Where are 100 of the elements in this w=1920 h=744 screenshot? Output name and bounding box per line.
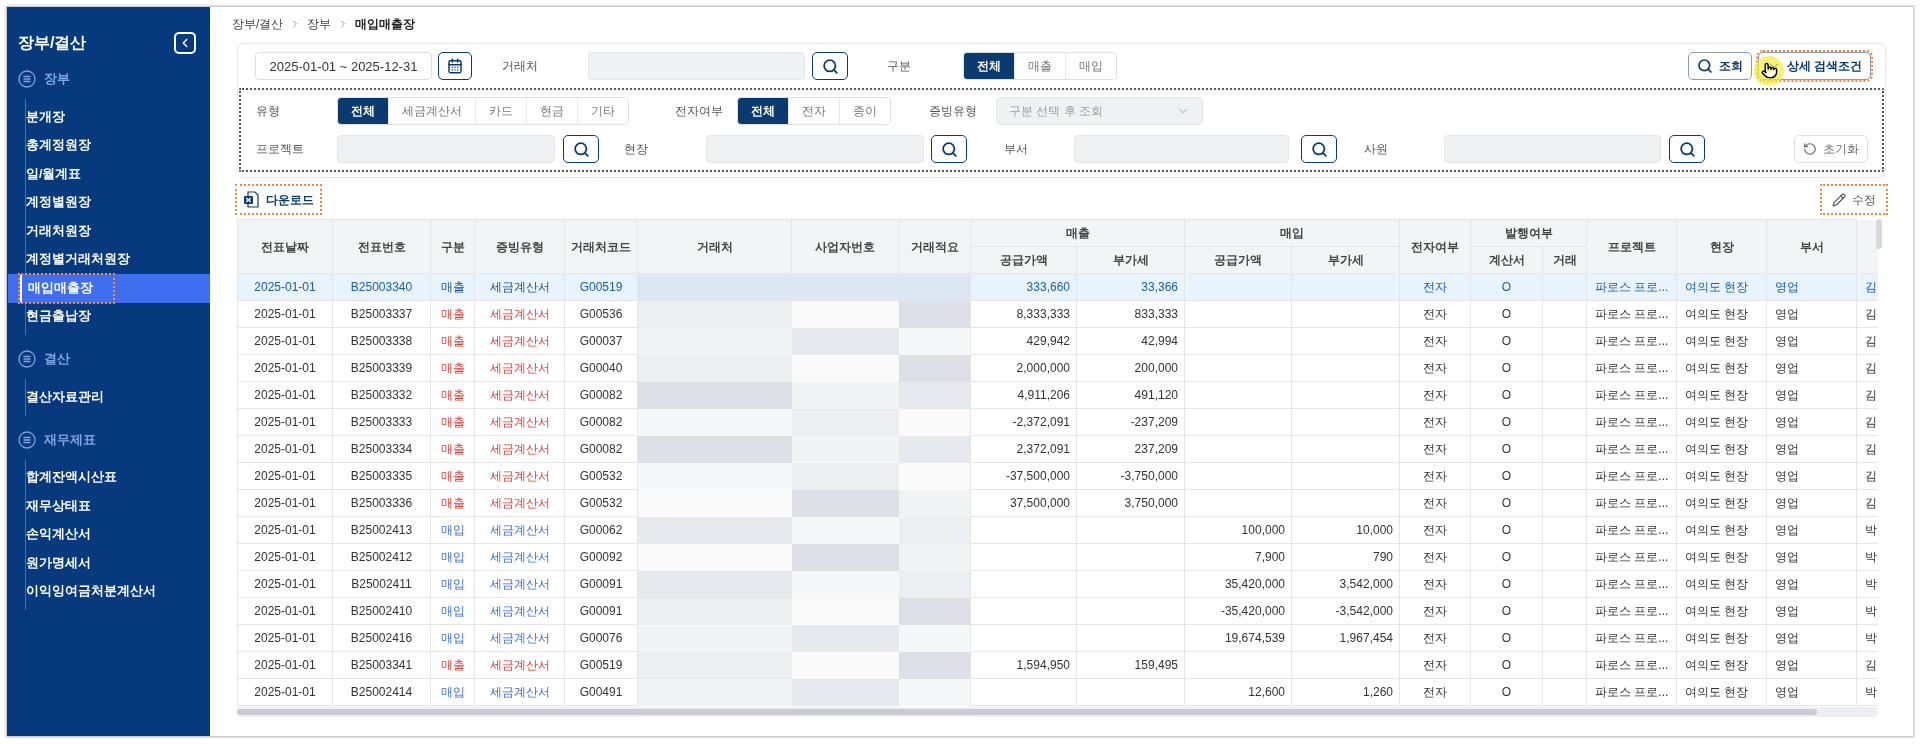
- sidebar-item[interactable]: 원가명세서: [20, 549, 111, 577]
- table-row[interactable]: 2025-01-01 B25003341 매출 세금계산서 G00519 1,594,950 159,495 전자 O 파로스 프로... 여의도 현장 영업 김: [237, 651, 1878, 679]
- sidebar-item[interactable]: 합계잔액시산표: [20, 464, 137, 492]
- table-cell: -37,500,000: [1005, 469, 1070, 483]
- table-row[interactable]: 2025-01-01 B25003335 매출 세금계산서 G00532 -37,500,000 -3,750,000 전자 O 파로스 프로... 여의도 현장 영업 김: [237, 462, 1878, 490]
- segment-option[interactable]: 전체: [338, 98, 389, 124]
- text-field[interactable]: [337, 135, 555, 163]
- detail-search-button[interactable]: 상세 검색조건: [1757, 52, 1871, 80]
- table-cell: 파로스 프로...: [1595, 604, 1669, 618]
- table-cell: G00037: [579, 334, 623, 348]
- collapse-button[interactable]: [174, 32, 196, 54]
- search-button[interactable]: [1669, 135, 1705, 163]
- sidebar-item[interactable]: 계정별거래처원장: [20, 246, 150, 274]
- text-field[interactable]: [1444, 135, 1661, 163]
- text-field[interactable]: [706, 135, 924, 163]
- table-cell: O: [1501, 388, 1512, 402]
- sidebar-item[interactable]: 현금출납장: [20, 303, 111, 331]
- sidebar-item[interactable]: 일/월계표: [20, 160, 102, 188]
- table-row[interactable]: 2025-01-01 B25002413 매입 세금계산서 G00062 100,000 10,000 전자 O 파로스 프로... 여의도 현장 영업 박: [237, 516, 1878, 544]
- table-cell: 세금계산서: [489, 658, 550, 672]
- sidebar-item[interactable]: 거래처원장: [20, 217, 111, 245]
- table-row[interactable]: 2025-01-01 B25002412 매입 세금계산서 G00092 7,900 790 전자 O 파로스 프로... 여의도 현장 영업 박: [237, 543, 1878, 571]
- table-row[interactable]: 2025-01-01 B25003332 매출 세금계산서 G00082 4,911,206 491,120 전자 O 파로스 프로... 여의도 현장 영업 김: [237, 381, 1878, 409]
- calendar-button[interactable]: [438, 52, 472, 80]
- table-cell: 매입: [440, 604, 465, 618]
- search-button[interactable]: [812, 52, 848, 80]
- table-cell: -3,542,000: [1335, 604, 1393, 618]
- table-row[interactable]: 2025-01-01 B25002410 매입 세금계산서 G00091 -35,420,000 -3,542,000 전자 O 파로스 프로... 여의도 현장 영업 박: [237, 597, 1878, 625]
- table-cell: 2025-01-01: [254, 469, 316, 483]
- table-cell: 영업: [1775, 280, 1799, 294]
- sidebar-item[interactable]: 손익계산서: [20, 521, 111, 549]
- column-header: 계산서: [1470, 246, 1543, 274]
- table-row[interactable]: 2025-01-01 B25003340 매출 세금계산서 G00519 333,660 33,366 전자 O 파로스 프로... 여의도 현장 영업 김: [237, 273, 1878, 301]
- table-row[interactable]: 2025-01-01 B25002416 매입 세금계산서 G00076 19,674,539 1,967,454 전자 O 파로스 프로... 여의도 현장 영업 박: [237, 624, 1878, 652]
- download-button[interactable]: 다운로드: [237, 186, 320, 213]
- section-heading[interactable]: 재무제표: [44, 429, 96, 450]
- table-cell: G00536: [579, 307, 623, 321]
- table-cell: 2025-01-01: [254, 604, 316, 618]
- column-header: 공급가액: [970, 246, 1077, 274]
- sidebar-item[interactable]: 총계정원장: [20, 132, 111, 160]
- table-cell: G00082: [579, 415, 623, 429]
- table-cell: O: [1501, 415, 1512, 429]
- table-cell: 여의도 현장: [1685, 469, 1749, 483]
- breadcrumb-item[interactable]: 장부/결산: [232, 15, 284, 33]
- table-cell: 세금계산서: [489, 361, 550, 375]
- table-cell: 매입: [440, 685, 465, 699]
- breadcrumb-item[interactable]: 매입매출장: [355, 15, 416, 33]
- table-row[interactable]: 2025-01-01 B25002414 매입 세금계산서 G00491 12,600 1,260 전자 O 파로스 프로... 여의도 현장 영업 박: [237, 678, 1878, 706]
- text-field[interactable]: [588, 52, 805, 80]
- search-button[interactable]: [563, 135, 599, 163]
- table-cell: 매입: [440, 550, 465, 564]
- reset-button[interactable]: 초기화: [1794, 135, 1868, 163]
- sidebar-item[interactable]: 재무상태표: [20, 492, 111, 520]
- table-cell: 세금계산서: [489, 685, 550, 699]
- search-icon: [1678, 140, 1696, 158]
- table-cell: 김: [1865, 469, 1877, 483]
- sidebar-item[interactable]: 이익잉여금처분계산서: [20, 578, 176, 606]
- table-row[interactable]: 2025-01-01 B25003339 매출 세금계산서 G00040 2,000,000 200,000 전자 O 파로스 프로... 여의도 현장 영업 김: [237, 354, 1878, 382]
- table-cell: 159,495: [1134, 658, 1178, 672]
- sidebar-item[interactable]: 분개장: [20, 103, 85, 131]
- table-cell: 매입: [440, 523, 465, 537]
- table-cell: 세금계산서: [489, 334, 550, 348]
- edit-button[interactable]: 수정: [1822, 186, 1886, 213]
- search-button[interactable]: 조회: [1687, 52, 1752, 80]
- text-field[interactable]: [1074, 135, 1289, 163]
- table-cell: 전자: [1423, 442, 1447, 456]
- segment-option[interactable]: 전체: [964, 53, 1015, 79]
- search-button[interactable]: [1301, 135, 1337, 163]
- section-heading[interactable]: 장부: [44, 69, 70, 89]
- table-cell: 김: [1865, 415, 1877, 429]
- section-heading[interactable]: 결산: [44, 349, 70, 369]
- date-range-field[interactable]: 2025-01-01 ~ 2025-12-31: [255, 52, 432, 80]
- table-row[interactable]: 2025-01-01 B25003337 매출 세금계산서 G00536 8,333,333 833,333 전자 O 파로스 프로... 여의도 현장 영업 김: [237, 300, 1878, 328]
- search-button[interactable]: [931, 135, 967, 163]
- table-row[interactable]: 2025-01-01 B25003333 매출 세금계산서 G00082 -2,372,091 -237,209 전자 O 파로스 프로... 여의도 현장 영업 김: [237, 408, 1878, 436]
- table-cell: 2025-01-01: [254, 442, 316, 456]
- column-header: 현장: [1676, 219, 1767, 274]
- table-row[interactable]: 2025-01-01 B25002411 매입 세금계산서 G00091 35,420,000 3,542,000 전자 O 파로스 프로... 여의도 현장 영업 박: [237, 570, 1878, 598]
- table-cell: 박: [1865, 550, 1877, 564]
- column-header: 사업자번호: [791, 219, 899, 274]
- table-row[interactable]: 2025-01-01 B25003338 매출 세금계산서 G00037 429,942 42,994 전자 O 파로스 프로... 여의도 현장 영업 김: [237, 327, 1878, 355]
- table-cell: G00519: [579, 658, 623, 672]
- sidebar-item[interactable]: 계정별원장: [20, 189, 111, 217]
- table-cell: 2025-01-01: [254, 496, 316, 510]
- table-cell: 전자: [1423, 604, 1447, 618]
- table-cell: 매입: [440, 577, 465, 591]
- table-cell: 19,674,539: [1224, 631, 1285, 645]
- sidebar-item[interactable]: 결산자료관리: [20, 383, 124, 411]
- table-cell: 영업: [1775, 496, 1799, 510]
- table-cell: 김: [1865, 334, 1877, 348]
- table-row[interactable]: 2025-01-01 B25003334 매출 세금계산서 G00082 2,372,091 237,209 전자 O 파로스 프로... 여의도 현장 영업 김: [237, 435, 1878, 463]
- table-cell: 세금계산서: [489, 496, 550, 510]
- table-cell: 영업: [1775, 658, 1799, 672]
- segment-option[interactable]: 전체: [738, 98, 789, 124]
- table-cell: O: [1501, 631, 1512, 645]
- table-cell: 전자: [1423, 523, 1447, 537]
- breadcrumb-item[interactable]: 장부: [307, 15, 332, 33]
- column-header: 부서: [1766, 219, 1857, 274]
- filter-label: 사원: [1364, 141, 1389, 158]
- table-row[interactable]: 2025-01-01 B25003336 매출 세금계산서 G00532 37,500,000 3,750,000 전자 O 파로스 프로... 여의도 현장 영업 김: [237, 489, 1878, 517]
